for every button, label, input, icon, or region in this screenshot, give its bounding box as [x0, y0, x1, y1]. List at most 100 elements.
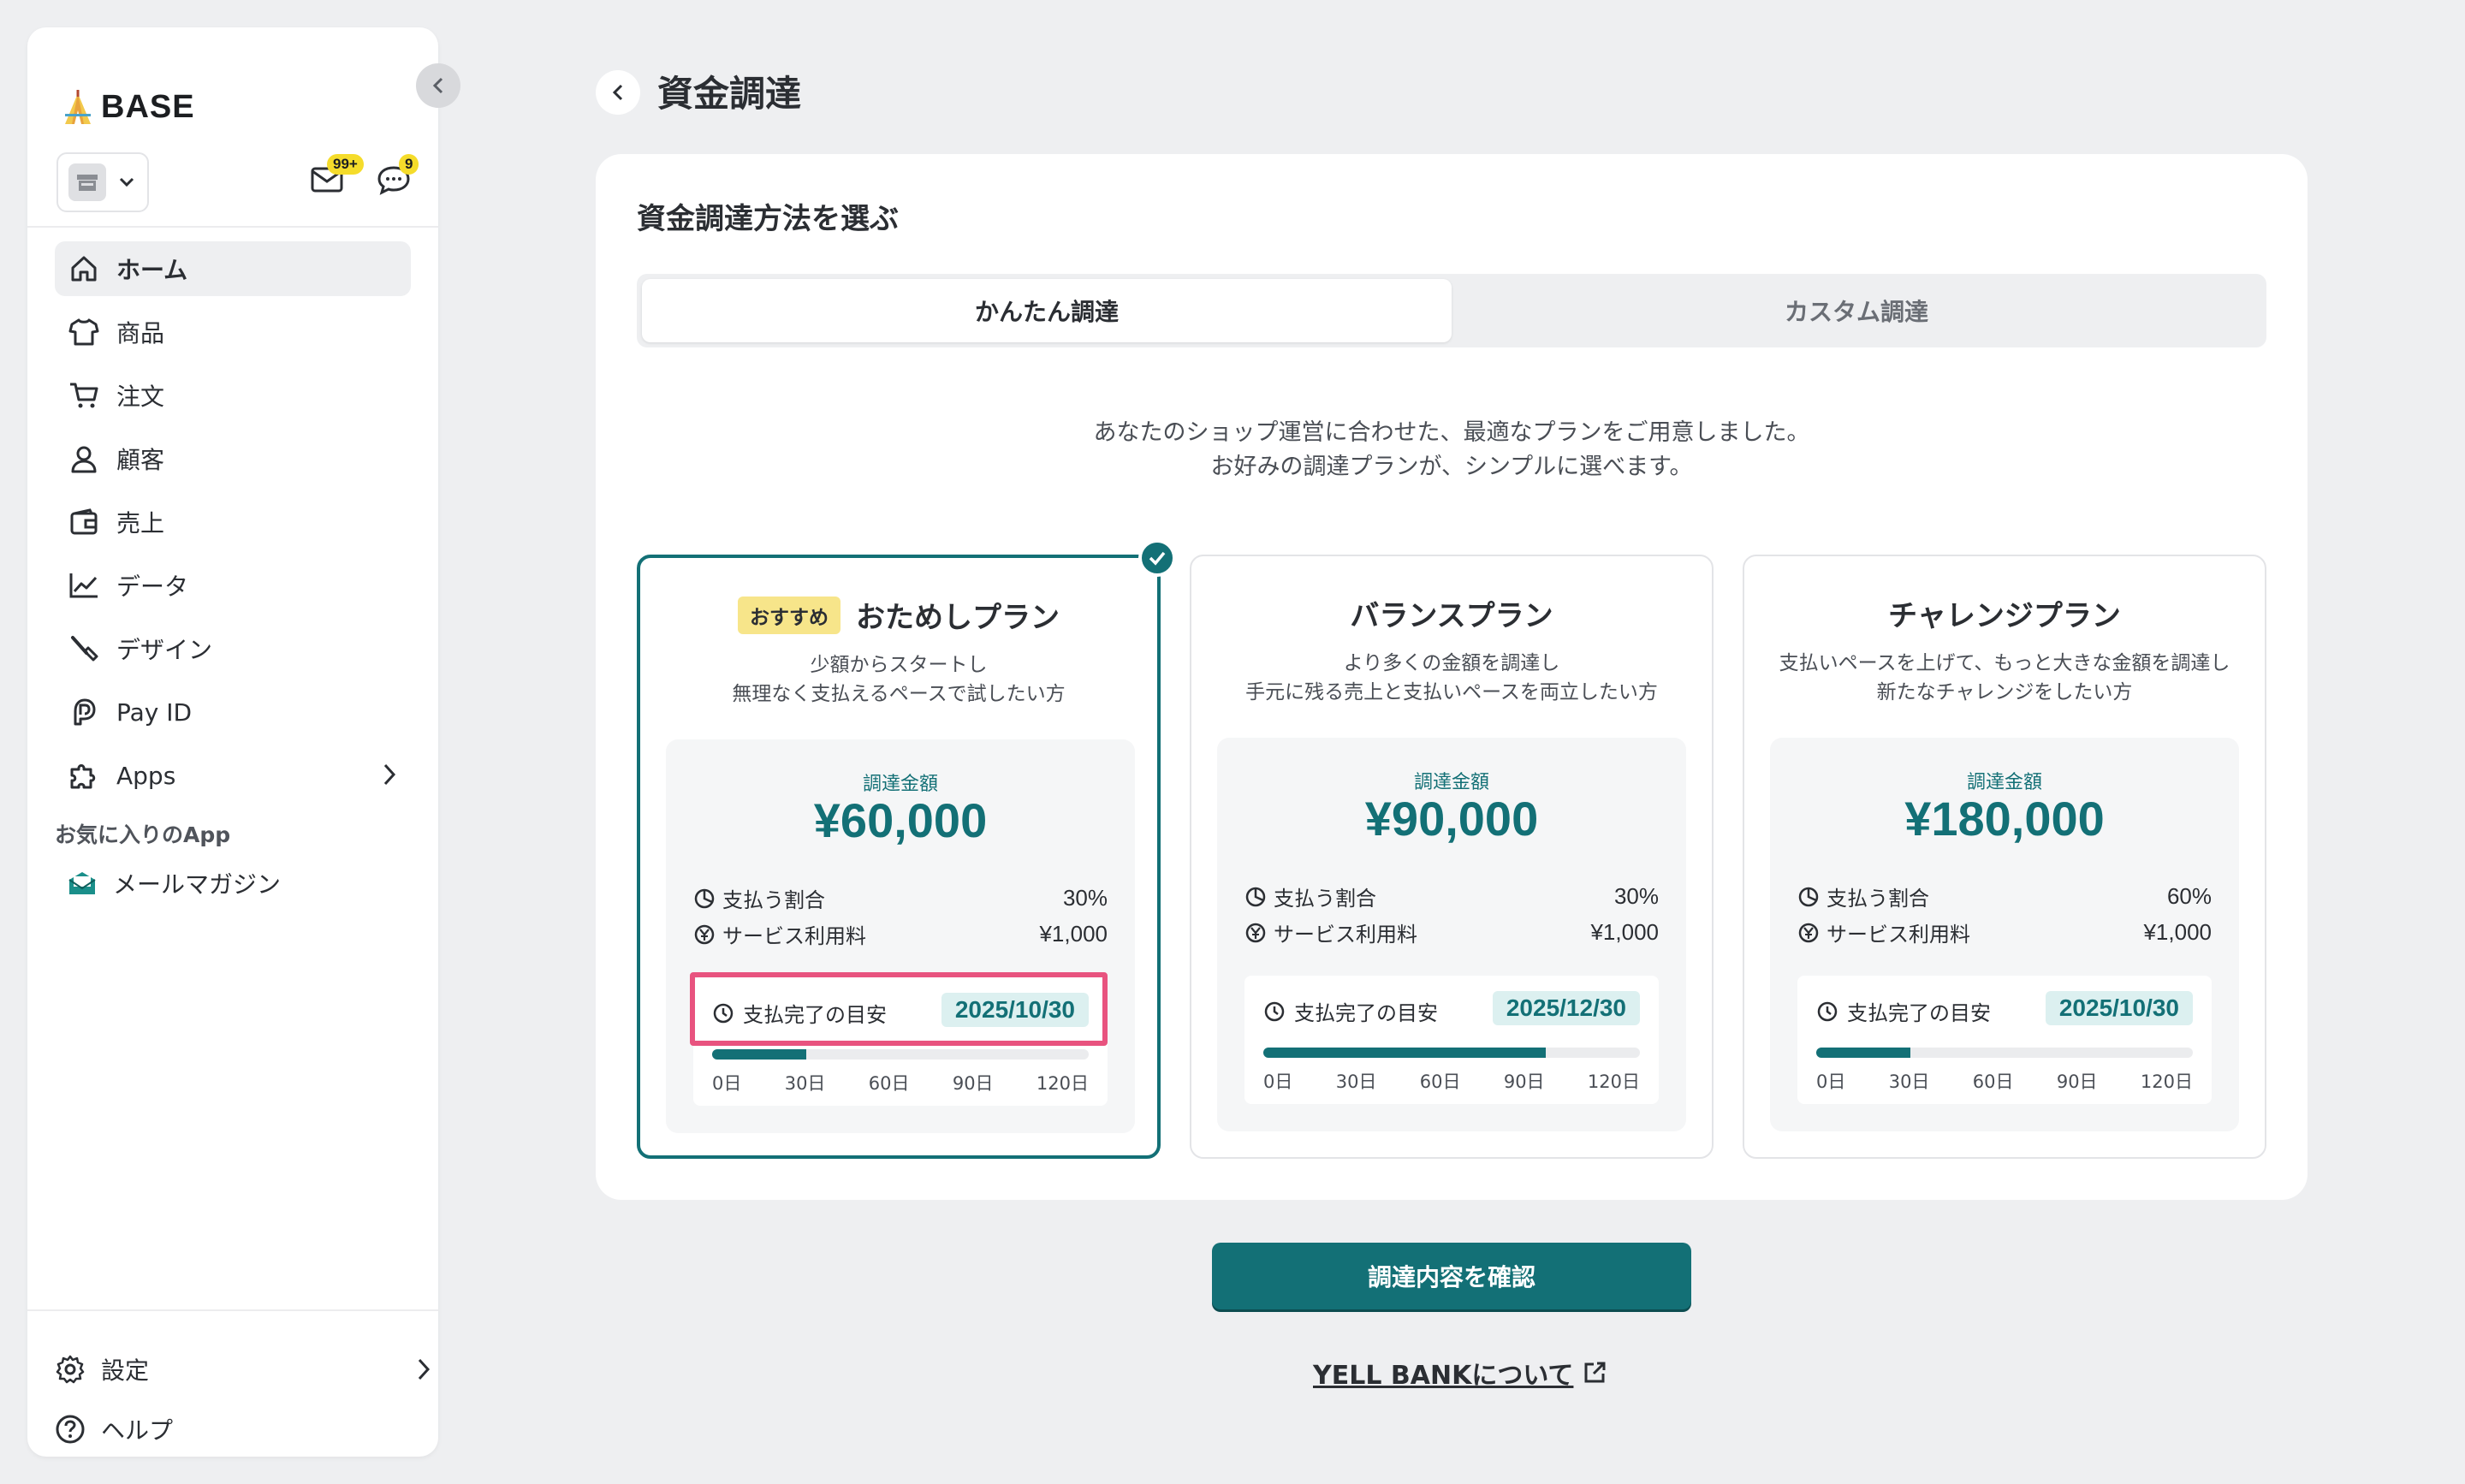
intro-line: お好みの調達プランが、シンプルに選べます。 [1210, 454, 1693, 480]
favorite-app-mail-magazine[interactable]: メールマガジン [67, 866, 281, 900]
plan-card-trial[interactable]: おすすめ おためしプラン 少額からスタートし 無理なく支払えるペースで試したい方… [637, 539, 1176, 1159]
tick-label: 90日 [1503, 1071, 1545, 1092]
sidebar-item-label: Pay ID [116, 697, 193, 727]
brand-logo[interactable]: BASE [62, 89, 195, 126]
brand-name: BASE [101, 89, 195, 125]
help-label: ヘルプ [101, 1416, 174, 1445]
favorite-app-label: メールマガジン [113, 870, 282, 899]
chat-button[interactable]: 9 [377, 154, 419, 202]
sidebar-item-customers[interactable]: 顧客 [55, 431, 411, 486]
sidebar-item-data[interactable]: データ [55, 558, 411, 613]
funding-amount: ¥90,000 [1364, 792, 1539, 846]
intro-line: あなたのショップ運営に合わせた、最適なプランをご用意しました。 [1093, 419, 1810, 446]
rate-row: 支払う割合 60% [1797, 881, 2212, 911]
sidebar-nav: ホーム 商品 注文 顧客 売上 データ デザイン Pay ID Apps [55, 241, 411, 811]
store-icon [68, 163, 106, 201]
tick-label: 0日 [712, 1073, 742, 1094]
mail-badge: 99+ [327, 154, 364, 175]
sidebar-item-orders[interactable]: 注文 [55, 368, 411, 423]
tshirt-icon [67, 315, 101, 349]
pie-icon [694, 888, 715, 908]
sidebar-item-design[interactable]: デザイン [55, 621, 411, 676]
yen-coin-icon [1245, 923, 1266, 942]
settings-label: 設定 [101, 1356, 150, 1385]
page-title: 資金調達 [657, 73, 802, 115]
completion-date: 2025/10/30 [2045, 991, 2193, 1025]
tick-label: 60日 [1419, 1071, 1461, 1092]
progress-track [712, 1049, 1089, 1060]
payid-icon [67, 695, 101, 729]
fee-label: サービス利用料 [722, 924, 866, 948]
sidebar-item-label: 注文 [116, 383, 165, 411]
funding-panel: 資金調達方法を選ぶ かんたん調達 カスタム調達 あなたのショップ運営に合わせた、… [596, 154, 2308, 1200]
mail-magazine-icon [68, 872, 96, 894]
day-ticks: 0日 30日 60日 90日 120日 [712, 1070, 1089, 1095]
sidebar-item-payid[interactable]: Pay ID [55, 685, 411, 739]
rate-label: 支払う割合 [1826, 887, 1929, 911]
plan-details: 調達金額 ¥90,000 支払う割合 30% サービス利用料 ¥1,000 支払… [1217, 738, 1686, 1131]
sidebar-item-help[interactable]: ヘルプ [55, 1412, 431, 1446]
schedule-header: 支払完了の目安 [1263, 996, 1438, 1026]
tick-label: 90日 [952, 1073, 994, 1094]
confirm-funding-button[interactable]: 調達内容を確認 [1212, 1243, 1691, 1309]
sidebar-item-products[interactable]: 商品 [55, 305, 411, 359]
sidebar-item-label: データ [116, 573, 189, 601]
sidebar-collapse-button[interactable] [416, 63, 460, 108]
schedule-header: 支払完了の目安 [1816, 996, 1991, 1026]
chevron-right-icon [383, 763, 396, 786]
clock-icon [1264, 1001, 1285, 1021]
progress-fill [1263, 1048, 1546, 1058]
schedule-label: 支払完了の目安 [1847, 1001, 1991, 1025]
sidebar-divider [27, 226, 438, 228]
plan-description: 支払いペースを上げて、もっと大きな金額を調達し 新たなチャレンジをしたい方 [1744, 649, 2265, 707]
intro-text: あなたのショップ運営に合わせた、最適なプランをご用意しました。 お好みの調達プラ… [596, 416, 2308, 484]
fee-value: ¥1,000 [1590, 919, 1659, 945]
sidebar-item-sales[interactable]: 売上 [55, 495, 411, 549]
tick-label: 30日 [784, 1073, 826, 1094]
plan-card-balance[interactable]: バランスプラン より多くの金額を調達し 手元に残る売上と支払いペースを両立したい… [1190, 555, 1714, 1159]
tick-label: 120日 [1036, 1073, 1089, 1094]
fee-label: サービス利用料 [1826, 923, 1970, 947]
external-link-icon [1584, 1362, 1606, 1383]
plan-details: 調達金額 ¥180,000 支払う割合 60% サービス利用料 ¥1,000 支… [1770, 738, 2239, 1131]
mail-button[interactable]: 99+ [310, 154, 364, 202]
tick-label: 0日 [1263, 1071, 1293, 1092]
fee-value: ¥1,000 [1039, 921, 1108, 947]
funding-method-tabs: かんたん調達 カスタム調達 [637, 274, 2266, 347]
person-icon [67, 442, 101, 476]
sidebar-item-label: 売上 [116, 509, 165, 537]
plan-desc-line: 無理なく支払えるペースで試したい方 [732, 683, 1066, 705]
teepee-logo-icon [65, 89, 91, 124]
tab-easy-funding[interactable]: かんたん調達 [642, 279, 1452, 342]
tick-label: 60日 [868, 1073, 910, 1094]
sidebar-item-label: Apps [116, 761, 176, 790]
fee-row: サービス利用料 ¥1,000 [1797, 917, 2212, 947]
back-button[interactable] [596, 70, 640, 115]
sidebar-item-apps[interactable]: Apps [55, 748, 411, 803]
puzzle-icon [67, 758, 101, 792]
chevron-left-icon [612, 84, 623, 101]
tick-label: 0日 [1816, 1071, 1846, 1092]
progress-track [1816, 1048, 2193, 1058]
sidebar-item-home[interactable]: ホーム [55, 241, 411, 296]
tick-label: 30日 [1888, 1071, 1930, 1092]
chevron-down-icon [119, 177, 134, 187]
tick-label: 90日 [2056, 1071, 2098, 1092]
yell-bank-link[interactable]: YELL BANKについて [1313, 1354, 1607, 1392]
brush-icon [67, 632, 101, 666]
funding-amount: ¥60,000 [813, 793, 988, 847]
day-ticks: 0日 30日 60日 90日 120日 [1263, 1068, 1640, 1094]
gear-icon [56, 1355, 85, 1384]
pie-icon [1798, 887, 1819, 906]
shop-switcher[interactable] [56, 152, 149, 212]
highlight-box [690, 972, 1108, 1046]
tick-label: 120日 [2140, 1071, 2193, 1092]
sidebar-item-label: デザイン [116, 636, 213, 664]
recommended-badge: おすすめ [738, 596, 840, 634]
fee-label: サービス利用料 [1274, 923, 1417, 947]
plan-desc-line: より多くの金額を調達し [1343, 652, 1560, 674]
plan-card-challenge[interactable]: チャレンジプラン 支払いペースを上げて、もっと大きな金額を調達し 新たなチャレン… [1743, 555, 2266, 1159]
sidebar-item-settings[interactable]: 設定 [55, 1352, 431, 1386]
plan-title: おためしプラン [856, 601, 1060, 635]
tab-custom-funding[interactable]: カスタム調達 [1452, 279, 2261, 342]
